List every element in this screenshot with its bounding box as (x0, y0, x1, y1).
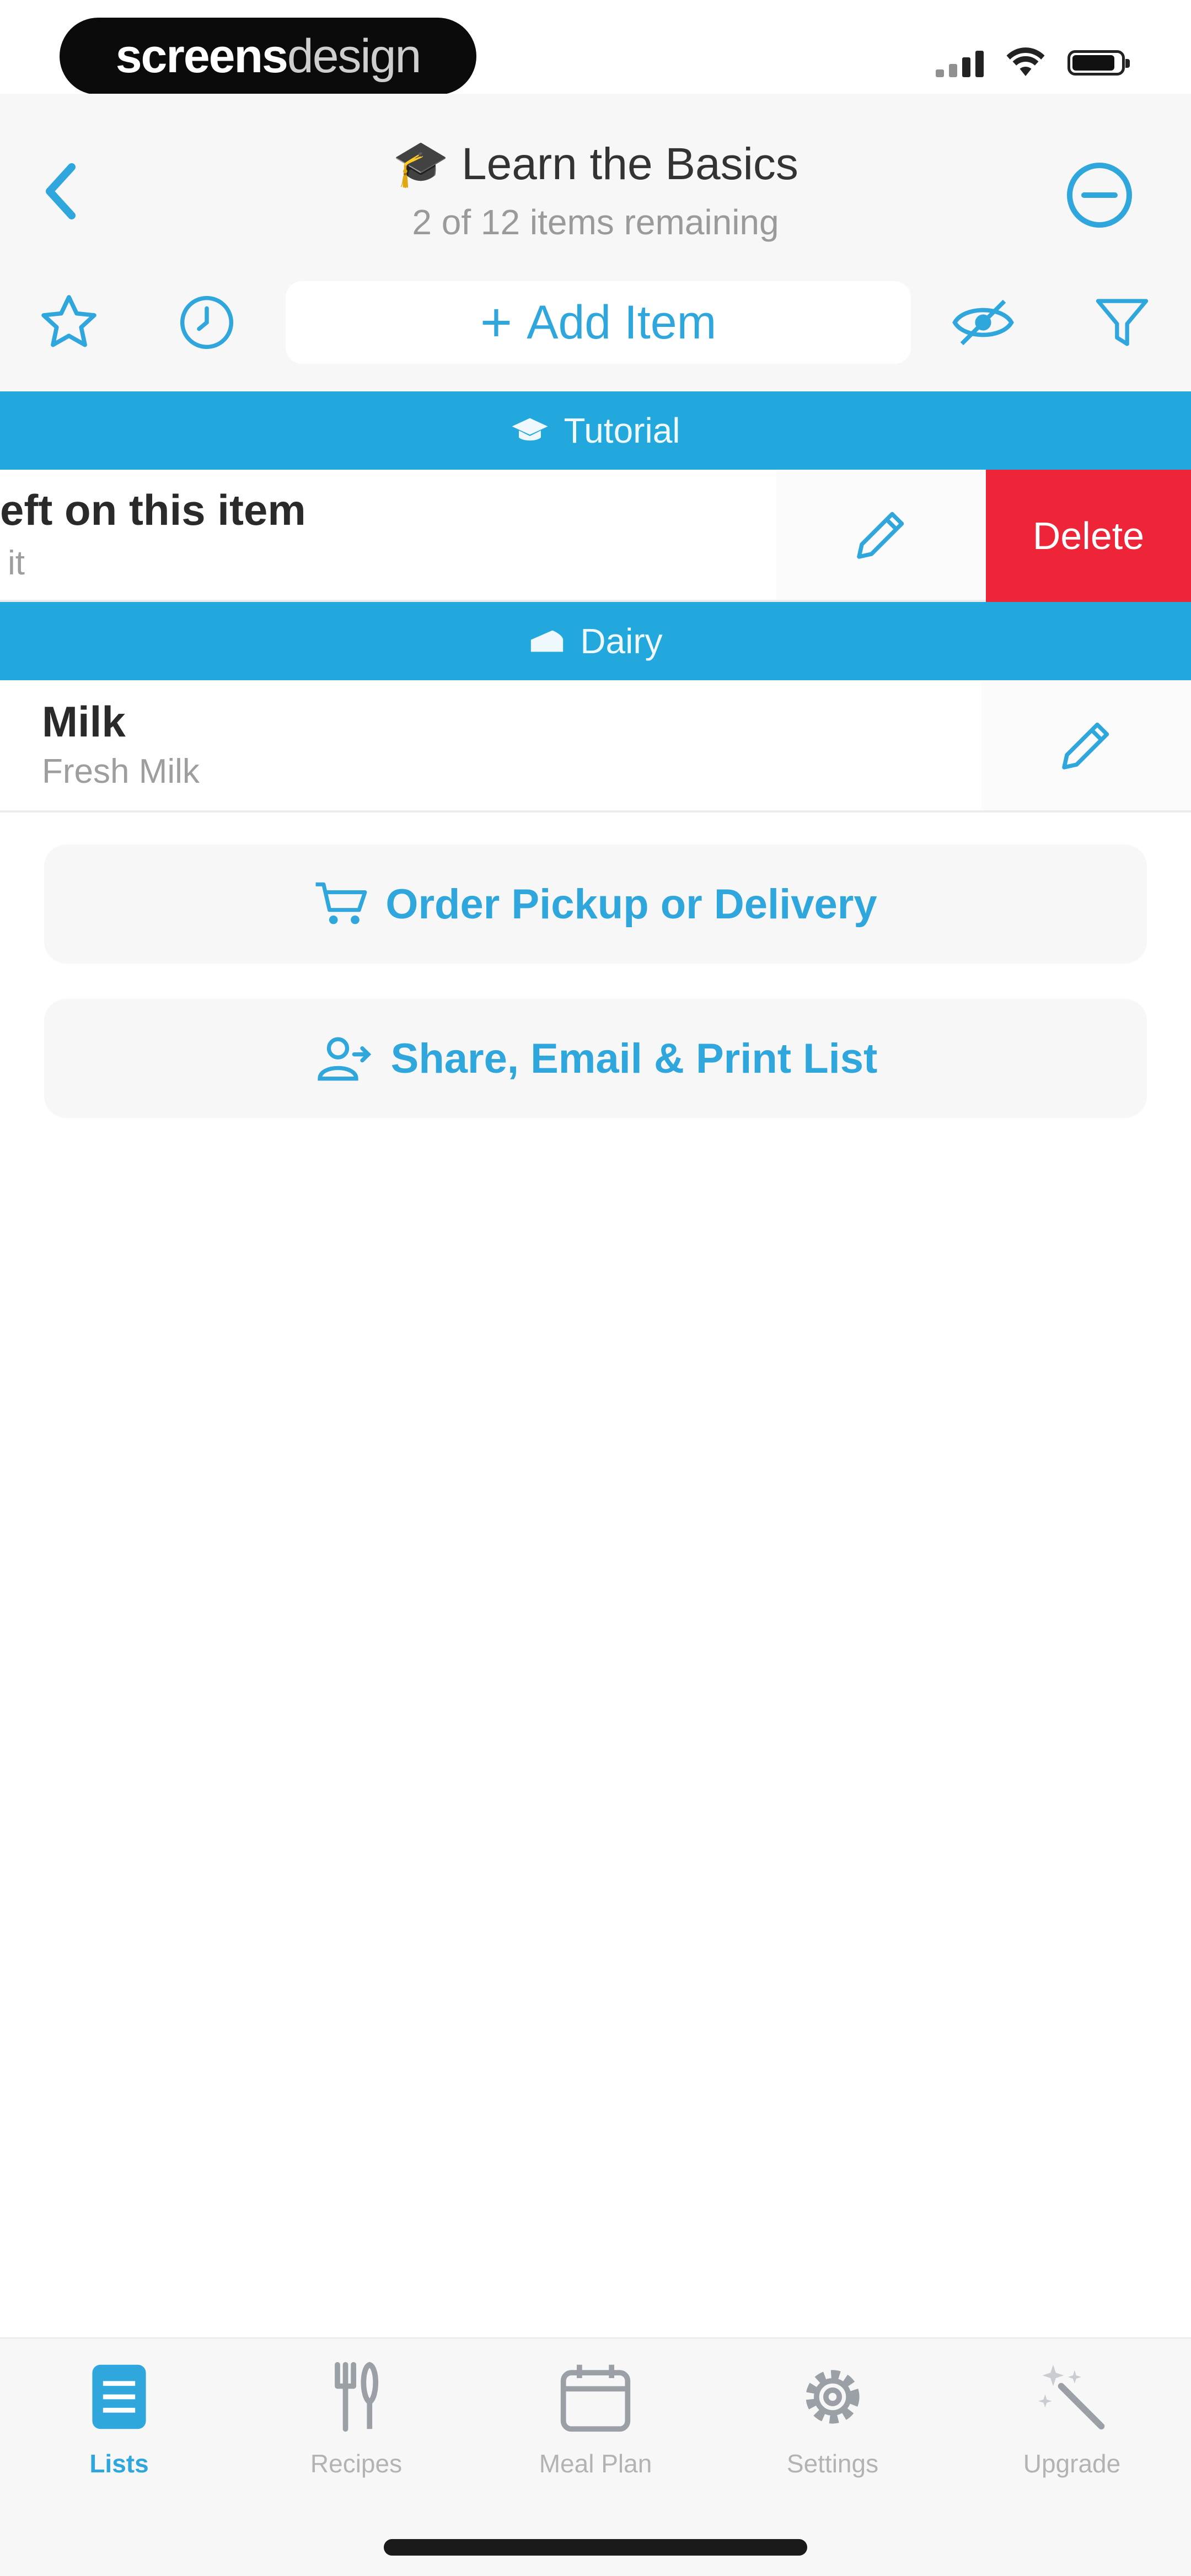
favorite-button[interactable] (33, 287, 105, 358)
tab-label-recipes: Recipes (310, 2449, 403, 2478)
wifi-icon (1006, 47, 1045, 76)
graduation-cap-icon (512, 418, 548, 441)
home-indicator[interactable] (384, 2539, 807, 2556)
calendar-icon (560, 2364, 631, 2432)
plus-icon: + (480, 292, 513, 353)
shopping-cart-icon (315, 882, 367, 924)
tab-label-upgrade: Upgrade (1023, 2449, 1121, 2478)
cheese-icon (531, 630, 564, 652)
pencil-icon (1062, 722, 1109, 770)
page-title: 🎓 Learn the Basics (221, 138, 970, 191)
item-title: Milk (42, 697, 126, 746)
tab-recipes[interactable]: Recipes (273, 2359, 439, 2478)
edit-item-button[interactable] (776, 470, 986, 600)
tab-label-lists: Lists (89, 2449, 149, 2478)
back-button[interactable] (33, 161, 88, 222)
clock-icon (180, 295, 234, 349)
page-title-text: Learn the Basics (462, 139, 798, 189)
section-title-dairy: Dairy (580, 621, 663, 661)
brand-bold-text: screens (115, 29, 288, 83)
pencil-icon (857, 512, 904, 559)
screensdesign-watermark: screens design (60, 18, 476, 95)
history-button[interactable] (171, 287, 243, 358)
gear-icon (806, 2370, 860, 2424)
brand-light-text: design (287, 29, 421, 83)
signal-icon (936, 49, 984, 77)
status-icons (936, 47, 1130, 78)
graduation-cap-icon: 🎓 (393, 139, 449, 189)
section-title-tutorial: Tutorial (564, 411, 680, 450)
section-header-tutorial: Tutorial (0, 391, 1191, 470)
remove-list-button[interactable] (1064, 160, 1135, 230)
item-subtitle: it (8, 544, 25, 582)
hide-checked-button[interactable] (947, 287, 1019, 358)
item-title: eft on this item (0, 486, 306, 534)
items-remaining-text: 2 of 12 items remaining (412, 202, 779, 242)
battery-icon (1067, 50, 1130, 76)
list-icon (92, 2364, 146, 2429)
delete-button[interactable]: Delete (986, 470, 1191, 602)
order-pickup-delivery-button[interactable]: Order Pickup or Delivery (44, 845, 1147, 964)
magic-wand-icon (1038, 2364, 1105, 2430)
filter-icon (1096, 299, 1149, 346)
tab-lists[interactable]: Lists (36, 2359, 202, 2478)
minus-circle-icon (1067, 163, 1132, 228)
filter-button[interactable] (1086, 287, 1158, 358)
tab-meal-plan[interactable]: Meal Plan (513, 2359, 678, 2478)
tab-upgrade[interactable]: Upgrade (989, 2359, 1155, 2478)
list-item-milk[interactable]: Milk Fresh Milk (0, 680, 1191, 813)
share-label: Share, Email & Print List (390, 1035, 878, 1082)
order-label: Order Pickup or Delivery (385, 880, 877, 928)
tab-label-meal-plan: Meal Plan (539, 2449, 652, 2478)
eye-slash-icon (952, 299, 1014, 346)
tab-settings[interactable]: Settings (750, 2359, 915, 2478)
share-email-print-button[interactable]: Share, Email & Print List (44, 999, 1147, 1118)
add-item-button[interactable]: + Add Item (286, 281, 911, 364)
section-header-dairy: Dairy (0, 602, 1191, 680)
utensils-icon (335, 2362, 379, 2432)
add-item-label: Add Item (527, 295, 717, 349)
star-icon (41, 295, 96, 347)
share-people-icon (317, 1037, 371, 1081)
item-subtitle: Fresh Milk (42, 752, 200, 790)
chevron-left-icon (46, 163, 76, 219)
tab-label-settings: Settings (786, 2449, 879, 2478)
edit-item-button[interactable] (981, 680, 1191, 810)
